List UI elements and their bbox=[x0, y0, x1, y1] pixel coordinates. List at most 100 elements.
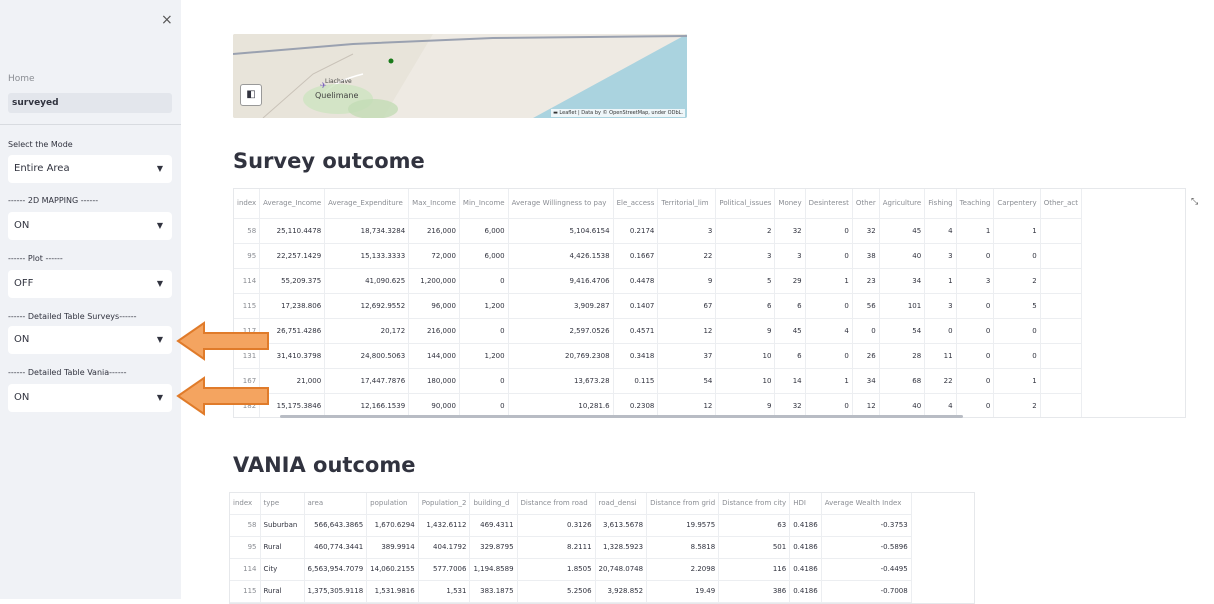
column-header[interactable]: Distance from city bbox=[718, 493, 791, 515]
table-cell[interactable]: 72,000 bbox=[408, 243, 460, 269]
table-cell[interactable]: 6,000 bbox=[459, 218, 509, 244]
column-header[interactable]: area bbox=[304, 493, 368, 515]
table-cell[interactable]: 1,432.6112 bbox=[418, 514, 471, 537]
table-cell[interactable]: 1 bbox=[805, 368, 853, 394]
table-cell[interactable]: 3 bbox=[924, 243, 957, 269]
table-cell[interactable]: 0 bbox=[993, 343, 1041, 369]
table-cell[interactable]: 8.2111 bbox=[517, 536, 596, 559]
column-header[interactable]: Distance from grid bbox=[646, 493, 720, 515]
table-cell[interactable]: 0 bbox=[459, 368, 509, 394]
table-cell[interactable]: 0.2174 bbox=[613, 218, 659, 244]
table-cell[interactable]: 2.2098 bbox=[646, 558, 720, 581]
horizontal-scrollbar[interactable] bbox=[280, 415, 963, 418]
row-index[interactable]: 95 bbox=[230, 536, 261, 559]
table-cell[interactable]: 0 bbox=[993, 243, 1041, 269]
table-cell[interactable]: 23 bbox=[852, 268, 880, 294]
table-cell[interactable]: 0 bbox=[805, 243, 853, 269]
table-cell[interactable]: 1 bbox=[993, 368, 1041, 394]
table-cell[interactable]: 6 bbox=[774, 293, 806, 319]
table-cell[interactable]: 0.4186 bbox=[789, 558, 822, 581]
column-header[interactable]: Distance from road bbox=[517, 493, 596, 515]
table-cell[interactable]: 34 bbox=[879, 268, 926, 294]
survey-table[interactable]: index Average_Income Average_Expenditure Ma… bbox=[233, 188, 1186, 418]
table-cell[interactable]: 12,692.9552 bbox=[324, 293, 410, 319]
table-cell[interactable]: 1,328.5923 bbox=[595, 536, 648, 559]
table-cell[interactable]: -0.3753 bbox=[821, 514, 912, 537]
table-cell[interactable]: 54 bbox=[657, 368, 717, 394]
table-cell[interactable]: 1,200 bbox=[459, 293, 509, 319]
column-header[interactable]: Average Wealth Index bbox=[821, 493, 912, 515]
column-header[interactable]: HDI bbox=[789, 493, 822, 515]
table-cell[interactable]: 501 bbox=[718, 536, 791, 559]
table-cell[interactable]: 0 bbox=[956, 368, 995, 394]
table-cell[interactable]: 389.9914 bbox=[366, 536, 419, 559]
table-cell[interactable]: 41,090.625 bbox=[324, 268, 410, 294]
table-cell[interactable]: 216,000 bbox=[408, 218, 460, 244]
column-header[interactable]: Other_act bbox=[1040, 189, 1082, 219]
plot-select[interactable]: OFF ▼ bbox=[8, 270, 172, 298]
column-header[interactable]: Ele_access bbox=[613, 189, 659, 219]
table-cell[interactable]: 54 bbox=[879, 318, 926, 344]
table-cell[interactable]: 28 bbox=[879, 343, 926, 369]
table-cell[interactable]: 10 bbox=[715, 368, 776, 394]
table-cell[interactable]: 14 bbox=[774, 368, 806, 394]
table-cell[interactable]: 0 bbox=[852, 318, 880, 344]
table-cell[interactable] bbox=[1040, 318, 1082, 344]
table-cell[interactable]: 101 bbox=[879, 293, 926, 319]
column-header[interactable]: Min_Income bbox=[459, 189, 509, 219]
table-cell[interactable]: 10 bbox=[715, 343, 776, 369]
table-cell[interactable]: 469.4311 bbox=[469, 514, 518, 537]
table-cell[interactable]: 29 bbox=[774, 268, 806, 294]
table-cell[interactable]: 0.4478 bbox=[613, 268, 659, 294]
table-cell[interactable]: 1 bbox=[993, 218, 1041, 244]
table-cell[interactable]: 6 bbox=[774, 343, 806, 369]
table-cell[interactable]: 2 bbox=[715, 218, 776, 244]
table-cell[interactable]: 15,133.3333 bbox=[324, 243, 410, 269]
table-cell[interactable]: 180,000 bbox=[408, 368, 460, 394]
table-cell[interactable]: 0 bbox=[805, 343, 853, 369]
row-index[interactable]: 95 bbox=[234, 243, 261, 269]
map-marker[interactable] bbox=[388, 58, 394, 64]
table-cell[interactable]: 116 bbox=[718, 558, 791, 581]
table-cell[interactable] bbox=[1040, 293, 1082, 319]
table-cell[interactable]: 3 bbox=[924, 293, 957, 319]
nav-item-home[interactable]: Home bbox=[8, 74, 35, 84]
table-cell[interactable]: 0 bbox=[956, 343, 995, 369]
column-header[interactable]: Territorial_lim bbox=[657, 189, 717, 219]
table-cell[interactable]: 3,613.5678 bbox=[595, 514, 648, 537]
table-cell[interactable] bbox=[1040, 343, 1082, 369]
table-cell[interactable]: 55,209.375 bbox=[259, 268, 326, 294]
table-cell[interactable] bbox=[1040, 368, 1082, 394]
table-cell[interactable]: 32 bbox=[852, 218, 880, 244]
table-cell[interactable]: 9,416.4706 bbox=[508, 268, 614, 294]
table-cell[interactable]: 2 bbox=[993, 268, 1041, 294]
table-cell[interactable]: 0 bbox=[805, 293, 853, 319]
column-header[interactable]: Desinterest bbox=[805, 189, 853, 219]
column-header[interactable]: Carpentery bbox=[993, 189, 1041, 219]
mode-select[interactable]: Entire Area ▼ bbox=[8, 155, 172, 183]
table-cell[interactable]: 9 bbox=[715, 318, 776, 344]
table-cell[interactable]: 34 bbox=[852, 368, 880, 394]
table-cell[interactable]: 22,257.1429 bbox=[259, 243, 326, 269]
table-cell[interactable]: 460,774.3441 bbox=[304, 536, 368, 559]
column-header[interactable]: Agriculture bbox=[879, 189, 926, 219]
table-cell[interactable]: 63 bbox=[718, 514, 791, 537]
mapping-select[interactable]: ON ▼ bbox=[8, 212, 172, 240]
table-cell[interactable]: -0.4495 bbox=[821, 558, 912, 581]
table-cell[interactable]: 22 bbox=[924, 368, 957, 394]
table-cell[interactable]: 22 bbox=[657, 243, 717, 269]
row-index[interactable]: 58 bbox=[234, 218, 261, 244]
table-cell[interactable]: 0.3126 bbox=[517, 514, 596, 537]
table-cell[interactable]: 0.115 bbox=[613, 368, 659, 394]
vania-table-select[interactable]: ON ▼ bbox=[8, 384, 172, 412]
layers-icon[interactable]: ◧ bbox=[240, 84, 262, 106]
table-cell[interactable]: 40 bbox=[879, 243, 926, 269]
table-cell[interactable]: 0.4571 bbox=[613, 318, 659, 344]
column-header[interactable]: Average_Income bbox=[259, 189, 326, 219]
row-index[interactable]: 114 bbox=[230, 558, 261, 581]
table-cell[interactable]: 20,748.0748 bbox=[595, 558, 648, 581]
column-header[interactable]: Teaching bbox=[956, 189, 995, 219]
table-cell[interactable]: 2 bbox=[993, 393, 1041, 417]
table-cell[interactable]: 20,172 bbox=[324, 318, 410, 344]
table-cell[interactable]: 96,000 bbox=[408, 293, 460, 319]
